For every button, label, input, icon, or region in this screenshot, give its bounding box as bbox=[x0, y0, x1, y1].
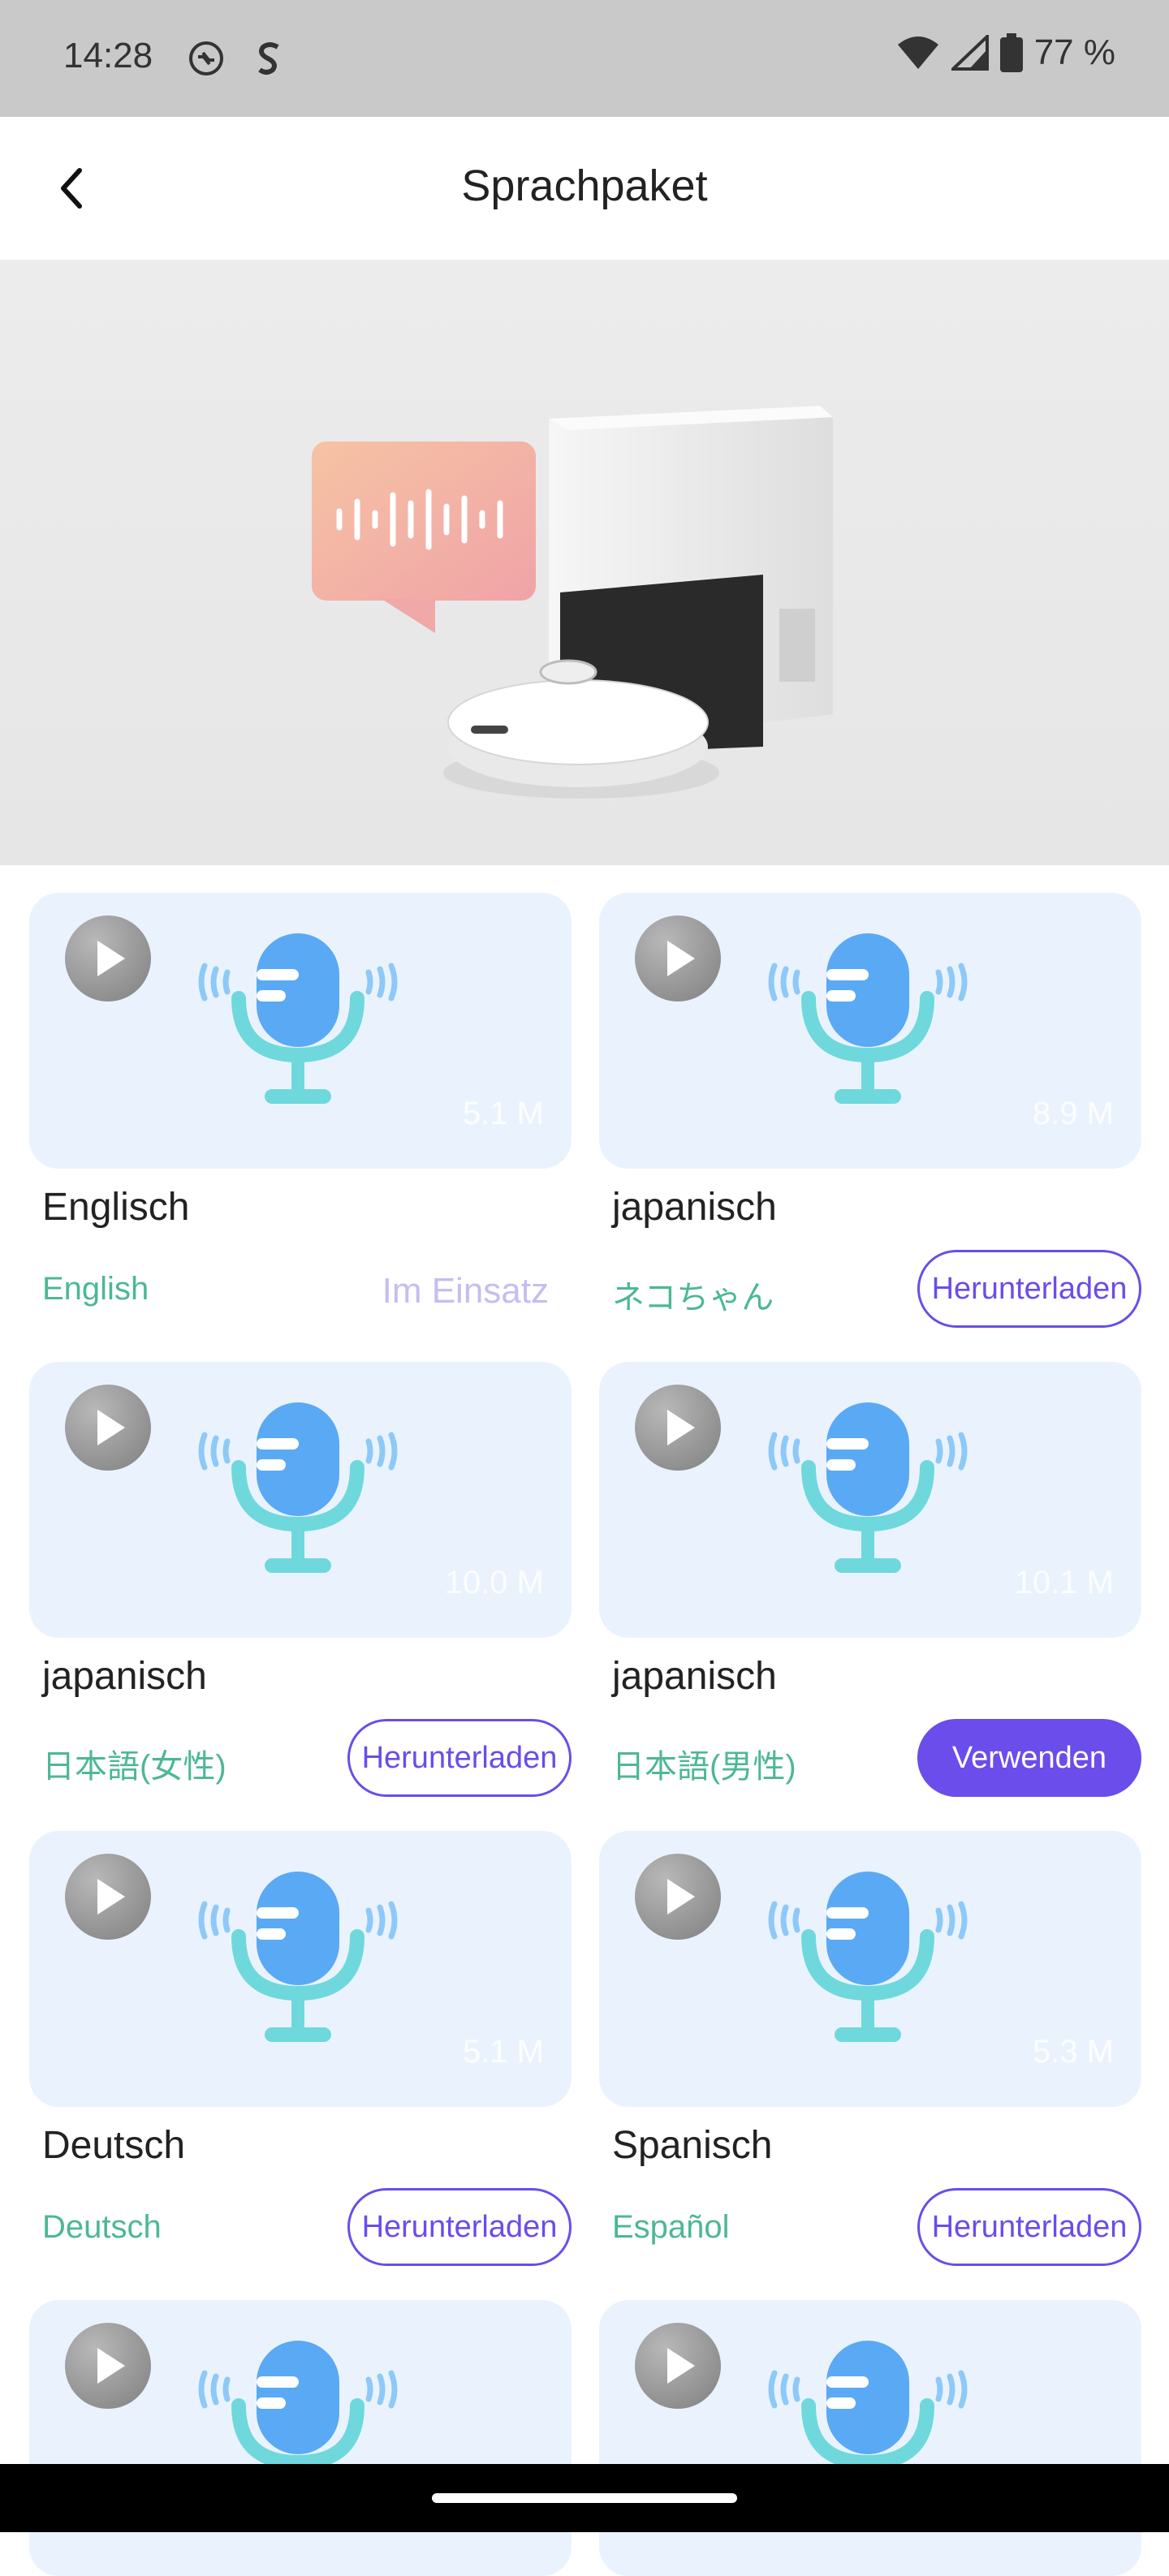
pack-size: 8.9 M bbox=[1032, 1096, 1114, 1131]
pack-name: Spanisch bbox=[612, 2124, 773, 2167]
pack-size: 5.1 M bbox=[462, 2034, 544, 2070]
robot-illustration bbox=[312, 406, 833, 799]
microphone-icon bbox=[198, 1402, 398, 1573]
pack-size: 10.0 M bbox=[444, 1565, 544, 1600]
download-button[interactable]: Herunterladen bbox=[347, 1719, 572, 1797]
pack-size: 10.1 M bbox=[1014, 1565, 1114, 1600]
play-icon[interactable] bbox=[635, 915, 721, 1002]
play-icon[interactable] bbox=[635, 1854, 721, 1940]
voice-pack-thumbnail[interactable]: 5.1 M bbox=[29, 1831, 572, 2107]
wifi-icon bbox=[897, 37, 938, 69]
voice-pack-thumbnail[interactable]: 5.1 M bbox=[29, 893, 572, 1169]
voice-pack-thumbnail[interactable] bbox=[599, 2300, 1141, 2576]
battery-percent: 77 % bbox=[1033, 32, 1115, 72]
voice-pack-thumbnail[interactable]: 5.3 M bbox=[599, 1831, 1141, 2107]
use-button[interactable]: Verwenden bbox=[917, 1719, 1141, 1797]
play-icon[interactable] bbox=[635, 2323, 721, 2409]
play-icon[interactable] bbox=[635, 1385, 721, 1471]
battery-icon bbox=[999, 33, 1023, 72]
pack-subtitle: 日本語(男性) bbox=[612, 1749, 796, 1785]
microphone-icon bbox=[768, 1402, 968, 1573]
sync-icon bbox=[189, 41, 223, 75]
speech-bubble-icon bbox=[312, 442, 536, 633]
pack-name: japanisch bbox=[612, 1655, 777, 1698]
pack-subtitle: Español bbox=[612, 2209, 730, 2245]
microphone-icon bbox=[768, 1872, 968, 2042]
download-button[interactable]: Herunterladen bbox=[917, 2188, 1141, 2266]
pack-name: Englisch bbox=[42, 1186, 190, 1229]
play-icon[interactable] bbox=[65, 1854, 151, 1940]
pack-name: japanisch bbox=[612, 1186, 777, 1229]
pack-name: Deutsch bbox=[42, 2124, 186, 2167]
s-app-icon bbox=[258, 42, 279, 75]
pack-subtitle: English bbox=[42, 1271, 149, 1307]
page-title: Sprachpaket bbox=[461, 162, 708, 210]
pack-subtitle: Deutsch bbox=[42, 2209, 162, 2245]
app-bar: Sprachpaket bbox=[0, 117, 1169, 261]
pack-name: japanisch bbox=[42, 1655, 207, 1698]
download-button[interactable]: Herunterladen bbox=[917, 1250, 1141, 1328]
status-bar: 14:28 77 % bbox=[0, 0, 1169, 117]
voice-pack-thumbnail[interactable]: 10.1 M bbox=[599, 1362, 1141, 1638]
microphone-icon bbox=[768, 933, 968, 1104]
pack-size: 5.3 M bbox=[1032, 2034, 1114, 2070]
play-icon[interactable] bbox=[65, 1385, 151, 1471]
system-navigation-bar bbox=[0, 2464, 1169, 2532]
pack-subtitle: ネコちゃん bbox=[612, 1280, 774, 1316]
microphone-icon bbox=[198, 1872, 398, 2042]
voice-pack-thumbnail[interactable]: 10.0 M bbox=[29, 1362, 572, 1638]
play-icon[interactable] bbox=[65, 2323, 151, 2409]
banner-image bbox=[0, 260, 1169, 865]
play-icon[interactable] bbox=[65, 915, 151, 1002]
status-right: 77 % bbox=[896, 32, 1115, 73]
microphone-icon bbox=[198, 933, 398, 1104]
home-gesture-pill[interactable] bbox=[432, 2493, 737, 2503]
in-use-status: Im Einsatz bbox=[382, 1271, 549, 1311]
status-time: 14:28 bbox=[63, 36, 153, 75]
signal-icon bbox=[951, 35, 989, 71]
download-button[interactable]: Herunterladen bbox=[347, 2188, 572, 2266]
voice-pack-thumbnail[interactable]: 8.9 M bbox=[599, 893, 1141, 1169]
pack-size: 5.1 M bbox=[462, 1096, 544, 1131]
voice-pack-thumbnail[interactable] bbox=[29, 2300, 572, 2576]
pack-subtitle: 日本語(女性) bbox=[42, 1749, 226, 1785]
